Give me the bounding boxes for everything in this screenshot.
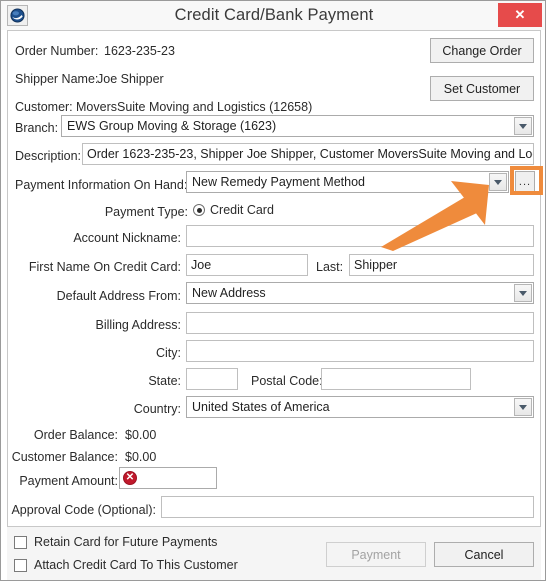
payment-type-option-label: Credit Card [210,203,274,217]
set-customer-button[interactable]: Set Customer [430,76,534,101]
payment-info-value: New Remedy Payment Method [192,175,365,189]
retain-card-checkbox[interactable] [14,535,27,549]
payment-type-radio-credit-card[interactable]: Credit Card [193,203,274,217]
chevron-down-icon[interactable] [489,173,507,191]
order-balance-value: $0.00 [125,428,157,442]
chevron-down-icon[interactable] [514,284,532,302]
city-input[interactable] [186,340,534,362]
credit-card-bank-payment-dialog: Credit Card/Bank Payment ✕ Order Number:… [0,0,546,581]
attach-card-checkbox-row[interactable]: Attach Credit Card To This Customer [14,558,238,572]
dialog-footer: Retain Card for Future Payments Attach C… [7,527,541,580]
postal-code-label: Postal Code: [251,374,323,388]
close-icon[interactable]: ✕ [498,3,542,27]
shipper-name-label: Shipper Name: [15,72,99,86]
customer-balance-label: Customer Balance: [11,450,118,464]
cancel-button[interactable]: Cancel [434,542,534,567]
customer-value: MoversSuite Moving and Logistics (12658) [76,100,313,114]
approval-code-label: Approval Code (Optional): [11,503,156,517]
billing-address-label: Billing Address: [95,318,181,332]
dialog-body: Order Number: 1623-235-23 Shipper Name: … [7,30,541,527]
country-label: Country: [133,402,181,416]
payment-button[interactable]: Payment [326,542,426,567]
order-number-value: 1623-235-23 [104,44,175,58]
state-input[interactable] [186,368,238,390]
branch-label: Branch: [15,121,59,135]
last-name-label: Last: [316,260,344,274]
last-name-input[interactable] [349,254,534,276]
change-order-button[interactable]: Change Order [430,38,534,63]
attach-card-checkbox[interactable] [14,558,27,572]
billing-address-input[interactable] [186,312,534,334]
retain-card-label: Retain Card for Future Payments [34,535,218,549]
chevron-down-icon[interactable] [514,117,532,135]
state-label: State: [148,374,181,388]
error-x-icon: ✕ [123,471,137,485]
chevron-down-icon[interactable] [514,398,532,416]
first-name-input[interactable] [186,254,308,276]
default-address-combobox[interactable]: New Address [186,282,534,304]
account-nickname-label: Account Nickname: [73,231,181,245]
radio-selected-icon[interactable] [193,204,205,216]
order-balance-label: Order Balance: [33,428,118,442]
country-value: United States of America [192,400,330,414]
customer-balance-value: $0.00 [125,450,157,464]
shipper-name-value: Joe Shipper [97,72,164,86]
payment-type-label: Payment Type: [104,205,188,219]
window-title: Credit Card/Bank Payment [174,6,374,24]
retain-card-checkbox-row[interactable]: Retain Card for Future Payments [14,535,217,549]
payment-amount-label: Payment Amount: [19,474,118,488]
branch-value: EWS Group Moving & Storage (1623) [67,119,277,133]
customer-label: Customer: [15,100,73,114]
city-label: City: [156,346,181,360]
payment-info-label: Payment Information On Hand: [15,178,188,192]
order-number-label: Order Number: [15,44,99,58]
account-nickname-input[interactable] [186,225,534,247]
default-address-label: Default Address From: [56,289,181,303]
country-combobox[interactable]: United States of America [186,396,534,418]
title-bar: Credit Card/Bank Payment ✕ [1,1,545,30]
default-address-value: New Address [192,286,266,300]
approval-code-input[interactable] [161,496,534,518]
attach-card-label: Attach Credit Card To This Customer [34,558,238,572]
payment-info-combobox[interactable]: New Remedy Payment Method [186,171,509,193]
description-input[interactable] [82,143,534,165]
first-name-label: First Name On Credit Card: [28,260,181,274]
description-label: Description: [15,149,81,163]
branch-combobox[interactable]: EWS Group Moving & Storage (1623) [61,115,534,137]
payment-info-browse-button[interactable]: ... [515,171,535,193]
postal-code-input[interactable] [321,368,471,390]
